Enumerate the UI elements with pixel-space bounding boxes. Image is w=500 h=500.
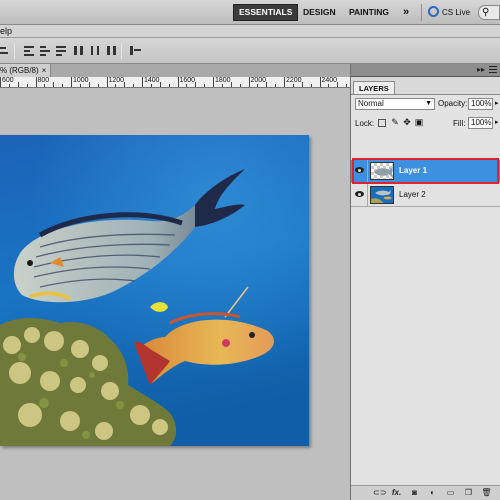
ruler-minor-tick xyxy=(124,82,126,87)
cs-live-label: CS Live xyxy=(442,8,471,17)
fill-slider-arrow-icon[interactable]: ▸ xyxy=(495,118,499,126)
lock-label: Lock: xyxy=(355,119,375,128)
tab-layers[interactable]: LAYERS xyxy=(353,81,395,94)
workspace-painting-button[interactable]: PAINTING xyxy=(344,4,394,21)
document-tab-label: % (RGB/8) xyxy=(0,66,39,75)
distribute-vcenter-icon[interactable] xyxy=(38,44,52,57)
ruler-minor-tick xyxy=(97,84,99,87)
lock-image-pixels-icon[interactable]: ✎ xyxy=(390,117,400,128)
distribute-right-icon[interactable] xyxy=(104,44,118,57)
options-divider xyxy=(14,43,15,59)
link-icon[interactable]: ⊂⊃ xyxy=(373,488,386,498)
ruler-label: 600 xyxy=(2,77,14,84)
panel-dock-header: ▸▸ xyxy=(351,64,500,77)
collapse-panels-icon[interactable]: ▸▸ xyxy=(477,65,485,74)
close-icon[interactable]: × xyxy=(42,66,47,75)
ruler-minor-tick xyxy=(53,82,55,87)
ruler-minor-tick xyxy=(204,84,206,87)
fill-input[interactable]: 100% xyxy=(468,117,493,129)
options-divider xyxy=(121,43,122,59)
document-tab-bar: % (RGB/8) × xyxy=(0,64,350,77)
ruler-minor-tick xyxy=(168,84,170,87)
ruler-minor-tick xyxy=(275,84,277,87)
opacity-label: Opacity: xyxy=(438,99,468,108)
document-tab[interactable]: % (RGB/8) × xyxy=(0,64,52,77)
distribute-top-icon[interactable] xyxy=(22,44,36,57)
application-bar: ESSENTIALS DESIGN PAINTING » CS Live ⚲ xyxy=(0,0,500,25)
ruler-minor-tick xyxy=(230,82,232,87)
cs-live-icon xyxy=(428,6,439,17)
options-bar xyxy=(0,37,500,64)
ruler-minor-tick xyxy=(266,82,268,87)
eye-icon[interactable] xyxy=(355,191,364,197)
distribute-left-icon[interactable] xyxy=(72,44,86,57)
blend-mode-value: Normal xyxy=(358,99,384,108)
document-canvas[interactable] xyxy=(0,135,309,446)
lock-transparent-pixels-icon[interactable] xyxy=(378,119,386,127)
ruler-minor-tick xyxy=(26,84,28,87)
layer-row-layer-2[interactable]: Layer 2 xyxy=(351,184,500,207)
workspace-essentials-button[interactable]: ESSENTIALS xyxy=(233,4,299,21)
ruler-minor-tick xyxy=(195,82,197,87)
new-layer-icon[interactable]: ❐ xyxy=(463,488,474,498)
chevron-down-icon: ▼ xyxy=(425,100,432,107)
ruler-minor-tick xyxy=(150,84,152,87)
ruler-label: 800 xyxy=(37,77,50,84)
ruler-minor-tick xyxy=(346,84,348,87)
group-icon[interactable]: ▭ xyxy=(445,488,456,498)
menu-bar: elp xyxy=(0,25,500,37)
lock-position-icon[interactable]: ✥ xyxy=(402,117,412,128)
ruler-minor-tick xyxy=(239,84,241,87)
layers-panel: Normal ▼ Opacity: 100% ▸ Lock: ✎ ✥ ▣ Fil… xyxy=(351,94,500,500)
panel-dock: ▸▸ LAYERS Normal ▼ Opacity: 100% ▸ Lock:… xyxy=(350,64,500,500)
workspace-more-button[interactable]: » xyxy=(398,4,414,21)
opacity-slider-arrow-icon[interactable]: ▸ xyxy=(495,99,499,107)
distribute-hcenter-icon[interactable] xyxy=(88,44,102,57)
blend-mode-select[interactable]: Normal ▼ xyxy=(355,98,435,110)
ruler-minor-tick xyxy=(159,82,161,87)
selection-highlight-box xyxy=(352,158,499,184)
trash-icon[interactable]: 🗑 xyxy=(481,488,492,498)
ruler-minor-tick xyxy=(17,82,19,87)
ruler-minor-tick xyxy=(328,84,330,87)
ruler-minor-tick xyxy=(301,82,303,87)
adjustment-icon[interactable]: ◐ xyxy=(427,488,438,498)
ruler-minor-tick xyxy=(221,84,223,87)
workspace-design-button[interactable]: DESIGN xyxy=(298,4,341,21)
layer-visibility-cell xyxy=(351,184,368,207)
ruler-minor-tick xyxy=(79,84,81,87)
ruler-minor-tick xyxy=(62,84,64,87)
lock-all-icon[interactable]: ▣ xyxy=(414,117,424,128)
ruler-minor-tick xyxy=(88,82,90,87)
ruler-minor-tick xyxy=(133,84,135,87)
canvas-area[interactable] xyxy=(0,88,350,500)
cs-live-button[interactable]: CS Live xyxy=(428,4,470,21)
ruler-minor-tick xyxy=(337,82,339,87)
opacity-input[interactable]: 100% xyxy=(468,98,493,110)
underwater-fish-image xyxy=(0,135,309,446)
layer-thumbnail xyxy=(370,186,394,204)
horizontal-ruler[interactable]: 6008001000120014001600180020002200240026… xyxy=(0,77,350,88)
menu-item-help[interactable]: elp xyxy=(0,25,12,37)
align-left-edges-icon[interactable] xyxy=(0,44,10,57)
fx-icon[interactable]: fx. xyxy=(391,488,402,498)
mask-icon[interactable]: ◙ xyxy=(409,488,420,498)
ruler-minor-tick xyxy=(8,84,10,87)
ruler-minor-tick xyxy=(44,84,46,87)
ruler-minor-tick xyxy=(310,84,312,87)
ruler-minor-tick xyxy=(292,84,294,87)
layer-name[interactable]: Layer 2 xyxy=(399,190,426,199)
ruler-minor-tick xyxy=(186,84,188,87)
ruler-minor-tick xyxy=(115,84,117,87)
auto-align-icon[interactable] xyxy=(128,44,142,57)
fill-label: Fill: xyxy=(453,119,466,128)
ruler-minor-tick xyxy=(257,84,259,87)
search-icon[interactable]: ⚲ xyxy=(478,5,500,20)
toolbar-divider xyxy=(421,4,422,21)
distribute-bottom-icon[interactable] xyxy=(54,44,68,57)
layers-panel-footer: ⊂⊃ fx. ◙ ◐ ▭ ❐ 🗑 xyxy=(351,485,500,500)
panel-menu-icon[interactable] xyxy=(489,66,497,74)
